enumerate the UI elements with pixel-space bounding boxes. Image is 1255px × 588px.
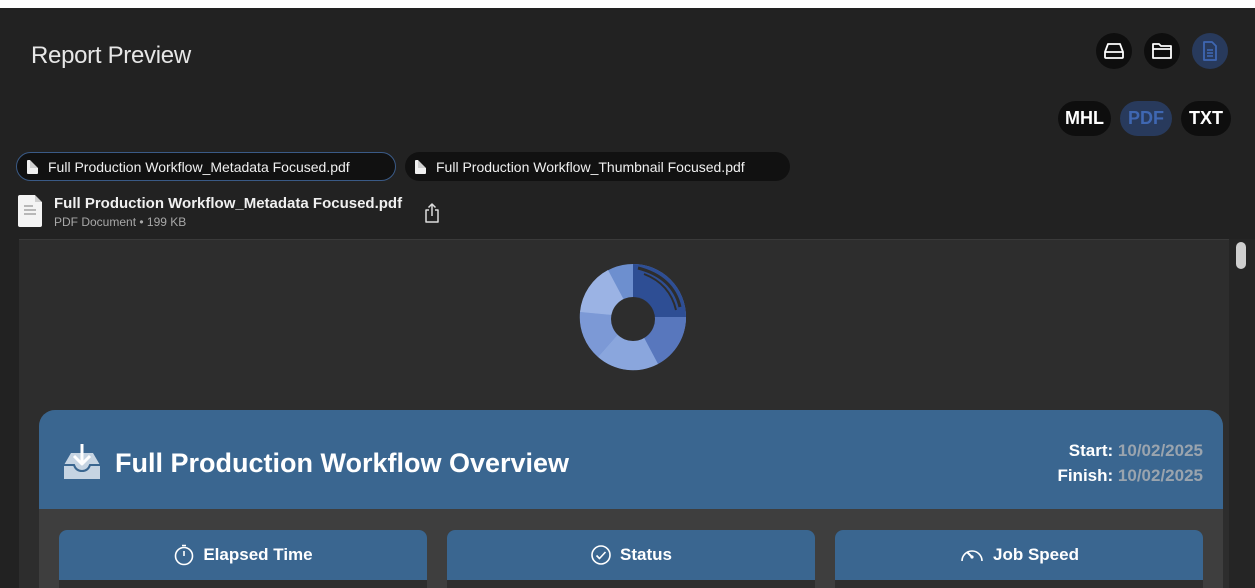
start-label: Start: (1068, 441, 1114, 460)
format-pdf-button[interactable]: PDF (1120, 101, 1172, 136)
panel-label: Job Speed (993, 545, 1079, 564)
folder-view-button[interactable] (1144, 33, 1180, 69)
elapsed-time-panel: Elapsed Time (59, 530, 427, 588)
share-button[interactable] (424, 202, 440, 229)
document-view-button[interactable] (1192, 33, 1228, 69)
report-dates: Start: 10/02/2025 Finish: 10/02/2025 (1057, 438, 1203, 488)
status-panel: Status (447, 530, 815, 588)
speedometer-icon (961, 550, 983, 562)
finish-value: 10/02/2025 (1117, 466, 1203, 485)
panel-label: Status (620, 545, 672, 564)
report-title: Full Production Workflow Overview (115, 448, 570, 478)
window-top-edge (0, 0, 1255, 8)
scrollbar-thumb[interactable] (1236, 242, 1246, 269)
checkmark-circle-icon (591, 545, 611, 565)
document-icon (1203, 41, 1217, 61)
document-icon (415, 159, 426, 174)
share-icon (425, 203, 439, 223)
tab-label: Full Production Workflow_Thumbnail Focus… (436, 158, 745, 175)
download-tray-icon (64, 444, 100, 479)
tab-label: Full Production Workflow_Metadata Focuse… (48, 158, 350, 175)
job-speed-panel: Job Speed (835, 530, 1203, 588)
format-mhl-button[interactable]: MHL (1058, 101, 1111, 136)
file-meta: PDF Document • 199 KB (54, 215, 187, 229)
format-txt-button[interactable]: TXT (1181, 101, 1231, 136)
pdf-file-icon (18, 195, 42, 227)
report-overview-card: Full Production Workflow Overview Start:… (39, 410, 1223, 588)
report-header: Full Production Workflow Overview Start:… (39, 410, 1223, 509)
drive-icon (1104, 43, 1124, 59)
start-value: 10/02/2025 (1117, 441, 1203, 460)
file-name: Full Production Workflow_Metadata Focuse… (54, 195, 403, 212)
stopwatch-icon (175, 544, 194, 566)
drive-view-button[interactable] (1096, 33, 1132, 69)
page-title: Report Preview (31, 42, 191, 69)
pdf-viewer[interactable]: Full Production Workflow Overview Start:… (19, 239, 1229, 588)
app-logo-icon (579, 264, 687, 371)
folder-icon (1152, 43, 1172, 59)
document-icon (27, 159, 38, 174)
tab-metadata-focused[interactable]: Full Production Workflow_Metadata Focuse… (16, 152, 396, 181)
panel-label: Elapsed Time (203, 545, 313, 564)
finish-label: Finish: (1057, 466, 1114, 485)
scrollbar-track[interactable] (1229, 239, 1255, 588)
tab-thumbnail-focused[interactable]: Full Production Workflow_Thumbnail Focus… (405, 152, 790, 181)
